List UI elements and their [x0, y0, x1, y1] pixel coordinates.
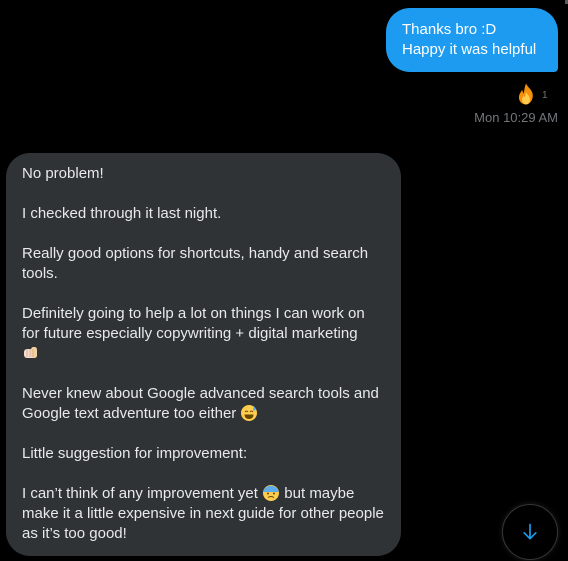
grinning-sweat-emoji-icon	[241, 405, 258, 421]
message-paragraph: I checked through it last night.	[22, 205, 222, 222]
message-paragraph: Little suggestion for improvement:	[22, 445, 248, 462]
scroll-to-bottom-button[interactable]	[502, 504, 558, 560]
arrow-down-icon	[523, 523, 537, 540]
message-paragraph: Never knew about Google advanced search …	[22, 384, 385, 424]
sent-message-line-1: Thanks bro :D	[402, 21, 497, 38]
received-message-bubble[interactable]: No problem! I checked through it last ni…	[6, 153, 401, 556]
fire-emoji-icon	[518, 83, 533, 105]
message-timestamp: Mon 10:29 AM	[474, 110, 558, 125]
message-paragraph: I can’t think of any improvement yet but…	[22, 484, 385, 544]
message-paragraph-text: Definitely going to help a lot on things…	[22, 305, 365, 342]
message-reaction[interactable]: 1	[514, 82, 548, 106]
message-paragraph: Definitely going to help a lot on things…	[22, 304, 385, 364]
message-paragraph-text: Never knew about Google advanced search …	[22, 385, 379, 422]
message-paragraph: No problem!	[22, 165, 104, 182]
message-paragraph: Really good options for shortcuts, handy…	[22, 245, 369, 282]
cold-sweat-emoji-icon	[263, 485, 280, 501]
sent-message-line-2: Happy it was helpful	[402, 41, 537, 58]
reaction-count: 1	[542, 89, 548, 101]
message-paragraph-text: I can’t think of any improvement yet	[22, 485, 258, 502]
sent-message-bubble[interactable]: Thanks bro :D Happy it was helpful	[386, 8, 558, 72]
fist-bump-emoji-icon	[24, 347, 37, 358]
